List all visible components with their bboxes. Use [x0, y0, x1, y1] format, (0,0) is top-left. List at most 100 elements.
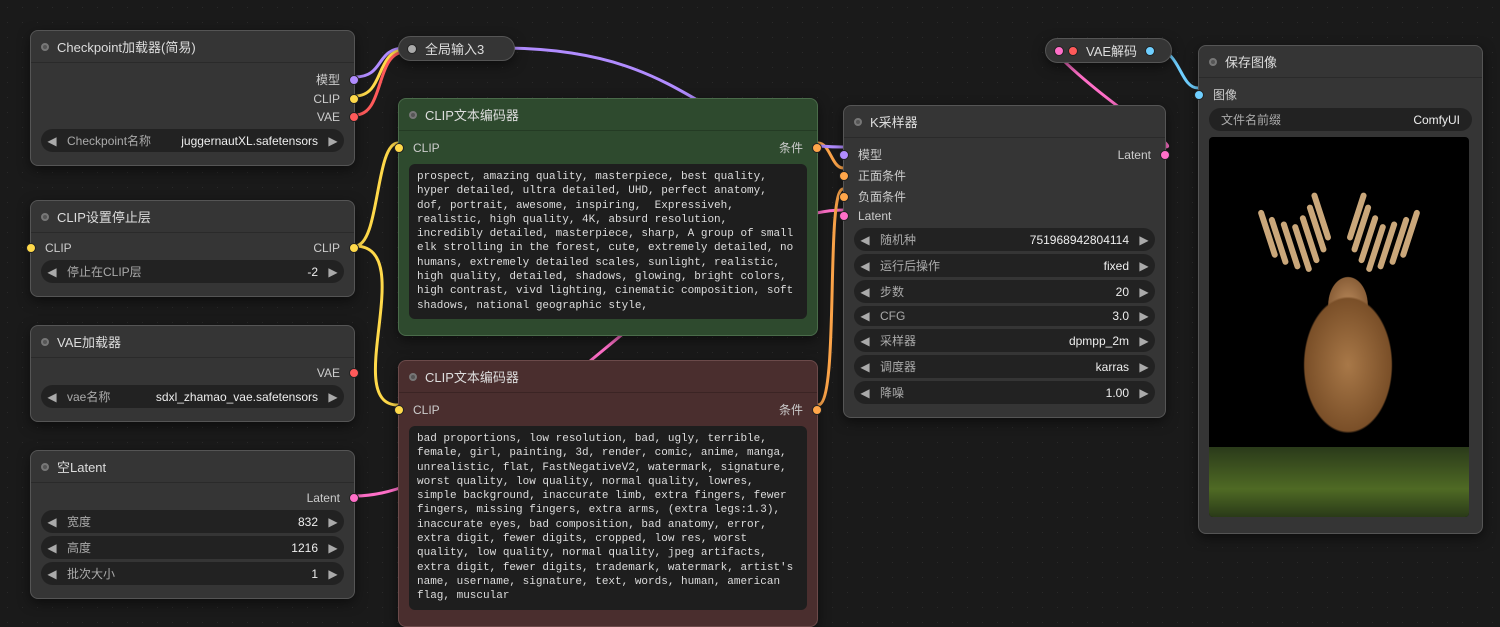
collapse-dot-icon[interactable] [409, 373, 417, 381]
arrow-left-icon[interactable]: ◀ [858, 285, 872, 299]
arrow-right-icon[interactable]: ▶ [1137, 360, 1151, 374]
node-title[interactable]: K采样器 [844, 106, 1165, 138]
port-out-conditioning[interactable] [812, 405, 822, 415]
collapse-dot-icon[interactable] [854, 118, 862, 126]
arrow-left-icon[interactable]: ◀ [858, 233, 872, 247]
title-text: CLIP文本编码器 [425, 367, 519, 386]
prompt-textarea[interactable]: bad proportions, low resolution, bad, ug… [409, 426, 807, 610]
io-row: CLIP 条件 [399, 399, 817, 420]
arrow-right-icon[interactable]: ▶ [326, 265, 340, 279]
widget-filename-prefix[interactable]: 文件名前缀 ComfyUI [1209, 108, 1472, 131]
output-vae: VAE [31, 108, 354, 126]
node-checkpoint-loader[interactable]: Checkpoint加载器(简易) 模型 CLIP VAE ◀ Checkpoi… [30, 30, 355, 166]
collapse-dot-icon[interactable] [41, 463, 49, 471]
arrow-right-icon[interactable]: ▶ [326, 515, 340, 529]
input-image: 图像 [1199, 84, 1482, 105]
port-in-latent[interactable] [1054, 46, 1064, 56]
node-vae-loader[interactable]: VAE加载器 VAE ◀ vae名称 sdxl_zhamao_vae.safet… [30, 325, 355, 422]
node-global-input-3[interactable]: 全局输入3 [398, 36, 515, 61]
port-out-image[interactable] [1145, 46, 1155, 56]
widget-height[interactable]: ◀ 高度 1216 ▶ [41, 536, 344, 559]
widget-vae-name[interactable]: ◀ vae名称 sdxl_zhamao_vae.safetensors ▶ [41, 385, 344, 408]
output-clip: CLIP [31, 90, 354, 108]
output-vae: VAE [31, 364, 354, 382]
arrow-right-icon[interactable]: ▶ [326, 541, 340, 555]
widget-control-after[interactable]: ◀运行后操作fixed▶ [854, 254, 1155, 277]
widget-stop-layer[interactable]: ◀ 停止在CLIP层 -2 ▶ [41, 260, 344, 283]
port-in-positive[interactable] [839, 171, 849, 181]
node-clip-text-encode-positive[interactable]: CLIP文本编码器 CLIP 条件 prospect, amazing qual… [398, 98, 818, 336]
port-out-clip[interactable] [349, 94, 359, 104]
port-out-conditioning[interactable] [812, 143, 822, 153]
port-out-latent[interactable] [1160, 150, 1170, 160]
arrow-left-icon[interactable]: ◀ [45, 541, 59, 555]
port-in-negative[interactable] [839, 192, 849, 202]
node-title[interactable]: CLIP文本编码器 [399, 361, 817, 393]
node-save-image[interactable]: 保存图像 图像 文件名前缀 ComfyUI [1198, 45, 1483, 534]
arrow-left-icon[interactable]: ◀ [45, 134, 59, 148]
widget-batch[interactable]: ◀ 批次大小 1 ▶ [41, 562, 344, 585]
port-in-image[interactable] [1194, 90, 1204, 100]
port-out-vae[interactable] [349, 112, 359, 122]
port-in[interactable] [407, 44, 417, 54]
arrow-right-icon[interactable]: ▶ [326, 134, 340, 148]
title-text: 空Latent [57, 457, 106, 476]
widget-cfg[interactable]: ◀CFG3.0▶ [854, 306, 1155, 326]
port-in-model[interactable] [839, 150, 849, 160]
port-in-clip[interactable] [26, 243, 36, 253]
arrow-left-icon[interactable]: ◀ [858, 360, 872, 374]
node-vae-decode[interactable]: VAE解码 [1045, 38, 1172, 63]
arrow-right-icon[interactable]: ▶ [1137, 285, 1151, 299]
arrow-right-icon[interactable]: ▶ [326, 390, 340, 404]
widget-scheduler[interactable]: ◀调度器karras▶ [854, 355, 1155, 378]
node-title[interactable]: Checkpoint加载器(简易) [31, 31, 354, 63]
port-out-model[interactable] [349, 75, 359, 85]
image-preview[interactable] [1209, 137, 1469, 517]
widget-steps[interactable]: ◀步数20▶ [854, 280, 1155, 303]
arrow-right-icon[interactable]: ▶ [326, 567, 340, 581]
collapse-dot-icon[interactable] [41, 43, 49, 51]
arrow-left-icon[interactable]: ◀ [45, 390, 59, 404]
collapse-dot-icon[interactable] [41, 338, 49, 346]
arrow-left-icon[interactable]: ◀ [45, 515, 59, 529]
arrow-right-icon[interactable]: ▶ [1137, 259, 1151, 273]
node-title[interactable]: VAE加载器 [31, 326, 354, 358]
arrow-right-icon[interactable]: ▶ [1137, 233, 1151, 247]
node-title[interactable]: CLIP文本编码器 [399, 99, 817, 131]
collapse-dot-icon[interactable] [41, 213, 49, 221]
arrow-left-icon[interactable]: ◀ [45, 265, 59, 279]
node-clip-text-encode-negative[interactable]: CLIP文本编码器 CLIP 条件 bad proportions, low r… [398, 360, 818, 627]
prompt-textarea[interactable]: prospect, amazing quality, masterpiece, … [409, 164, 807, 319]
port-out-latent[interactable] [349, 493, 359, 503]
arrow-left-icon[interactable]: ◀ [858, 259, 872, 273]
arrow-right-icon[interactable]: ▶ [1137, 386, 1151, 400]
node-clip-stop-layer[interactable]: CLIP设置停止层 CLIP CLIP ◀ 停止在CLIP层 -2 ▶ [30, 200, 355, 297]
widget-sampler[interactable]: ◀采样器dpmpp_2m▶ [854, 329, 1155, 352]
widget-denoise[interactable]: ◀降噪1.00▶ [854, 381, 1155, 404]
collapse-dot-icon[interactable] [409, 111, 417, 119]
node-title[interactable]: 空Latent [31, 451, 354, 483]
arrow-left-icon[interactable]: ◀ [858, 386, 872, 400]
arrow-left-icon[interactable]: ◀ [858, 334, 872, 348]
arrow-left-icon[interactable]: ◀ [858, 309, 872, 323]
node-title[interactable]: CLIP设置停止层 [31, 201, 354, 233]
port-in-clip[interactable] [394, 405, 404, 415]
node-ksampler[interactable]: K采样器 模型 Latent 正面条件 负面条件 Latent ◀随机种7519… [843, 105, 1166, 418]
collapse-dot-icon[interactable] [1209, 58, 1217, 66]
arrow-left-icon[interactable]: ◀ [45, 567, 59, 581]
widget-checkpoint-name[interactable]: ◀ Checkpoint名称 juggernautXL.safetensors … [41, 129, 344, 152]
title-text: K采样器 [870, 112, 918, 131]
port-in-latent[interactable] [839, 211, 849, 221]
arrow-right-icon[interactable]: ▶ [1137, 309, 1151, 323]
port-out-clip[interactable] [349, 243, 359, 253]
port-in-clip[interactable] [394, 143, 404, 153]
title-text: VAE解码 [1086, 41, 1137, 60]
port-in-vae[interactable] [1068, 46, 1078, 56]
title-text: VAE加载器 [57, 332, 121, 351]
node-title[interactable]: 保存图像 [1199, 46, 1482, 78]
node-empty-latent[interactable]: 空Latent Latent ◀ 宽度 832 ▶ ◀ 高度 1216 ▶ ◀ … [30, 450, 355, 599]
port-out-vae[interactable] [349, 368, 359, 378]
arrow-right-icon[interactable]: ▶ [1137, 334, 1151, 348]
widget-seed[interactable]: ◀随机种751968942804114▶ [854, 228, 1155, 251]
widget-width[interactable]: ◀ 宽度 832 ▶ [41, 510, 344, 533]
